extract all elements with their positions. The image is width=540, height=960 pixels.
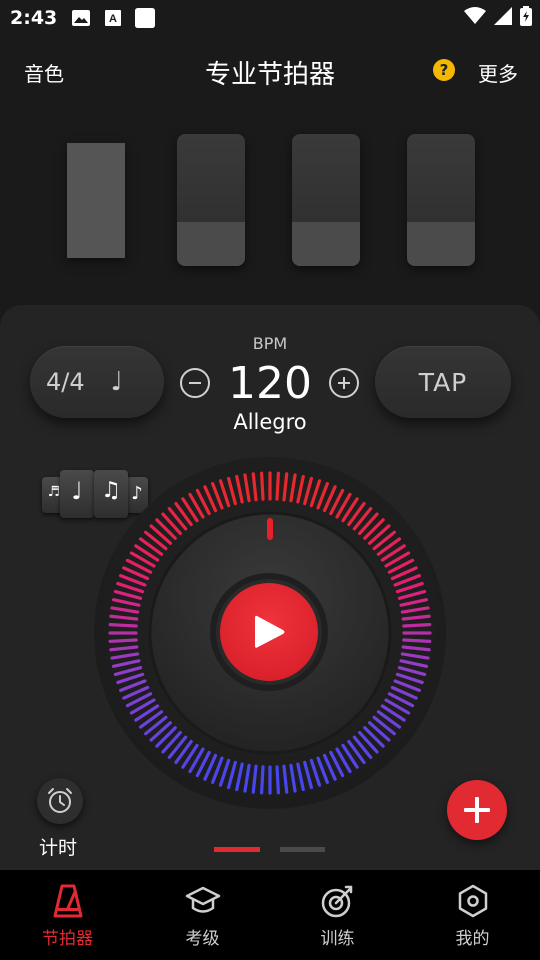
nav-item-mine[interactable]: 我的 <box>405 870 540 960</box>
nav-item-metronome[interactable]: 节拍器 <box>0 870 135 960</box>
quarter-note-icon: ♩ <box>60 470 94 518</box>
nav-label: 节拍器 <box>42 929 93 949</box>
add-button[interactable] <box>447 780 507 840</box>
status-time: 2:43 <box>10 7 58 29</box>
nav-item-training[interactable]: 训练 <box>270 870 405 960</box>
font-icon: A <box>103 9 123 27</box>
beat-block-4[interactable] <box>407 134 475 266</box>
play-button[interactable] <box>220 583 318 681</box>
help-icon[interactable]: ? <box>433 59 455 81</box>
header: 音色 专业节拍器 ? 更多 <box>0 44 540 96</box>
square-icon <box>135 8 156 28</box>
alarm-clock-icon <box>48 788 72 813</box>
dial-tick <box>275 765 280 795</box>
dial-tick <box>402 638 432 643</box>
dial-tick <box>275 471 280 501</box>
time-signature-value: 4/4 <box>46 368 85 396</box>
status-bar: 2:43 A <box>0 0 540 36</box>
dial-tick <box>260 471 265 501</box>
time-signature-button[interactable]: 4/4 ♩ <box>30 346 164 418</box>
timer-button[interactable] <box>37 778 83 824</box>
decrease-bpm-button[interactable] <box>180 368 210 398</box>
play-icon <box>255 615 285 648</box>
tap-button[interactable]: TAP <box>375 346 511 418</box>
dial-tick <box>108 623 138 628</box>
page-indicator-1[interactable] <box>214 847 260 852</box>
page-title: 专业节拍器 <box>204 60 335 90</box>
dial-tick <box>108 638 138 643</box>
minus-icon <box>189 382 201 384</box>
target-icon <box>321 885 352 918</box>
nav-label: 我的 <box>455 929 490 949</box>
graduation-cap-icon <box>185 886 220 913</box>
beat-block-2[interactable] <box>177 134 245 266</box>
beat-block-3[interactable] <box>292 134 360 266</box>
hexagon-icon <box>458 884 487 918</box>
plus-icon <box>464 797 490 823</box>
timer-label: 计时 <box>39 837 78 859</box>
dial-tick <box>260 765 265 795</box>
dial-tick <box>402 623 432 628</box>
dial-indicator <box>267 518 273 540</box>
increase-bpm-button[interactable] <box>329 368 359 398</box>
nav-item-exam[interactable]: 考级 <box>135 870 270 960</box>
nav-label: 训练 <box>320 929 355 949</box>
bpm-value[interactable]: 120 <box>220 358 320 409</box>
image-icon <box>71 9 91 27</box>
wifi-icon <box>464 7 486 29</box>
nav-label: 考级 <box>185 929 220 949</box>
more-button[interactable]: 更多 <box>478 58 518 87</box>
note-value-icon: ♩ <box>110 367 123 397</box>
bottom-nav: 节拍器 考级 训练 我的 <box>0 870 540 960</box>
metronome-icon <box>53 884 82 918</box>
beat-block-1[interactable] <box>67 143 125 258</box>
battery-icon <box>520 6 532 30</box>
page-indicator-2[interactable] <box>280 847 325 852</box>
signal-icon <box>494 7 512 29</box>
svg-text:A: A <box>109 13 117 25</box>
plus-icon <box>338 377 350 389</box>
